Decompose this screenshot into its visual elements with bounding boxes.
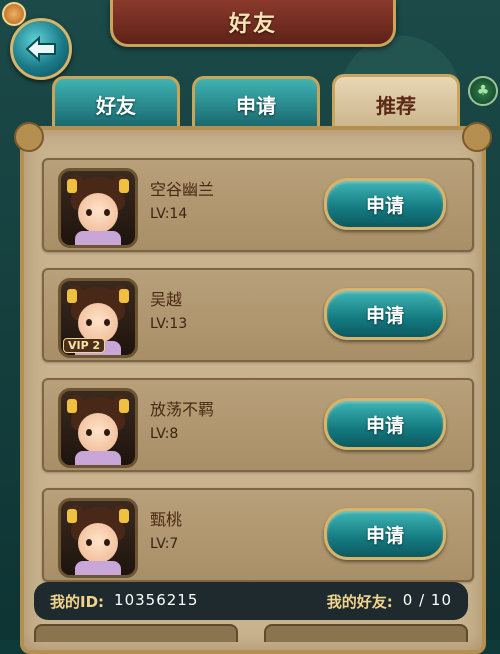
list-item: 放荡不羁 LV:8 申请 xyxy=(42,378,474,472)
back-button[interactable] xyxy=(10,18,72,80)
my-id-label: 我的ID: xyxy=(50,592,105,611)
friend-count-value: 0 / 10 xyxy=(402,590,452,609)
friend-name: 甄桃 xyxy=(150,510,183,529)
list-item: VIP 2 吴越 LV:13 申请 xyxy=(42,268,474,362)
friend-name: 空谷幽兰 xyxy=(150,180,215,199)
vip-badge: VIP 2 xyxy=(63,338,106,353)
player-info-bar: 我的ID: 10356215 我的好友: 0 / 10 xyxy=(34,582,468,620)
title-bar: 好友 xyxy=(110,0,396,47)
apply-button[interactable]: 申请 xyxy=(324,178,446,230)
friend-level: LV:8 xyxy=(150,426,179,442)
friend-name: 放荡不羁 xyxy=(150,400,215,419)
apply-button[interactable]: 申请 xyxy=(324,398,446,450)
avatar xyxy=(58,498,138,578)
list-item: 空谷幽兰 LV:14 申请 xyxy=(42,158,474,252)
back-arrow-icon xyxy=(25,36,56,62)
page-title: 好友 xyxy=(228,12,277,37)
avatar xyxy=(58,388,138,468)
bottom-button-left[interactable] xyxy=(34,624,238,642)
tab-requests-label: 申请 xyxy=(236,93,276,118)
avatar: VIP 2 xyxy=(58,278,138,358)
bottom-button-right[interactable] xyxy=(264,624,468,642)
friend-level: LV:7 xyxy=(150,536,179,552)
avatar xyxy=(58,168,138,248)
tab-recommend[interactable]: 推荐 xyxy=(332,74,460,131)
friend-level: LV:13 xyxy=(150,316,188,332)
tab-requests[interactable]: 申请 xyxy=(192,76,320,129)
bottom-button-strip xyxy=(34,624,468,642)
apply-button[interactable]: 申请 xyxy=(324,508,446,560)
friend-level: LV:14 xyxy=(150,206,188,222)
tab-recommend-label: 推荐 xyxy=(376,93,416,118)
clover-icon[interactable]: ♣ xyxy=(468,76,498,106)
tab-friends-label: 好友 xyxy=(96,93,136,118)
apply-button[interactable]: 申请 xyxy=(324,288,446,340)
tab-friends[interactable]: 好友 xyxy=(52,76,180,129)
friend-name: 吴越 xyxy=(150,290,183,309)
my-id-value: 10356215 xyxy=(114,590,199,609)
player-avatar-icon[interactable] xyxy=(2,2,26,26)
list-item: 甄桃 LV:7 申请 xyxy=(42,488,474,582)
friend-count-label: 我的好友: xyxy=(326,592,393,611)
